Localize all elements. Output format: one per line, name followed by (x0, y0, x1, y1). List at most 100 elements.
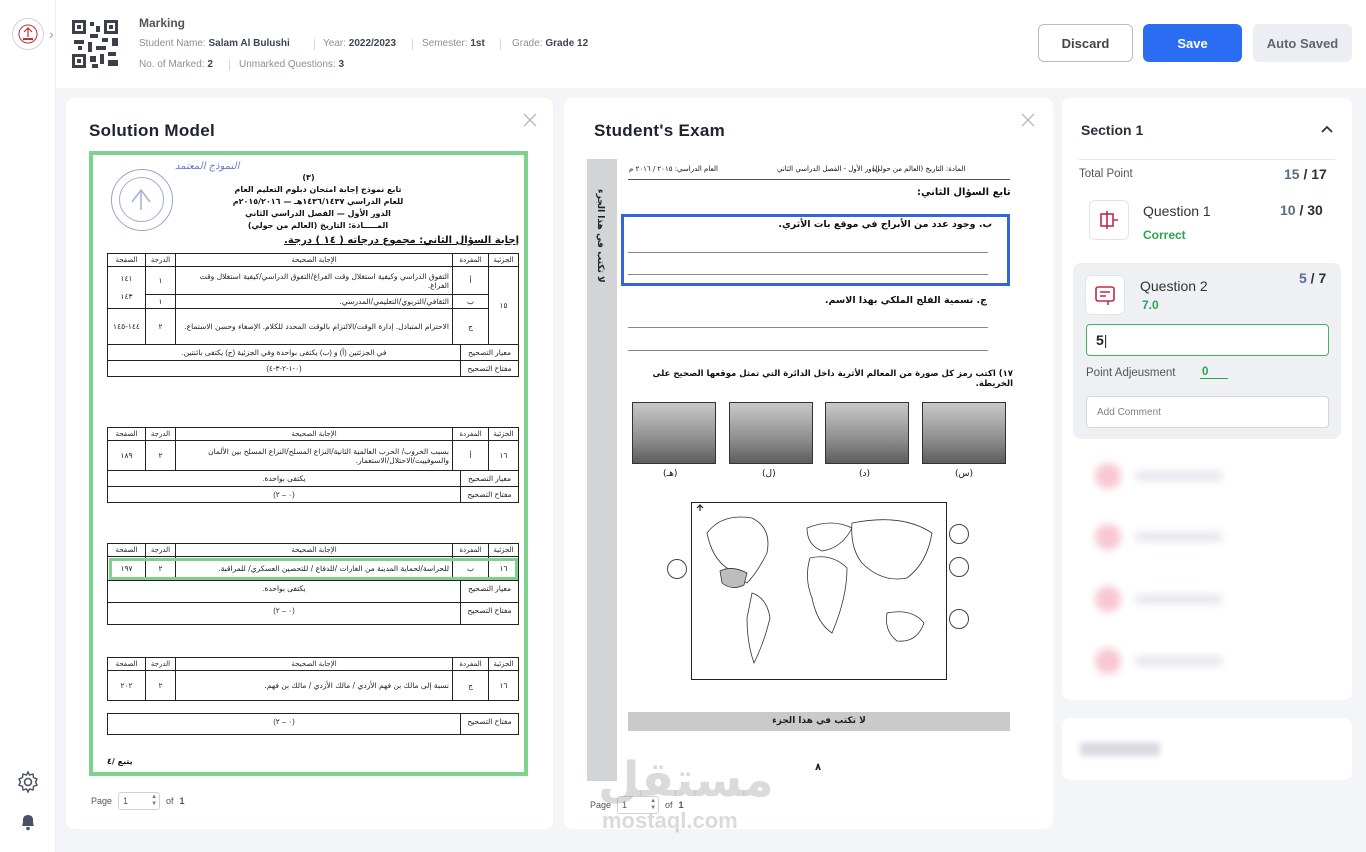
question-2-value: 7.0 (1142, 298, 1159, 312)
solution-pager: Page 1 ▲ ▼ of 1 (91, 792, 185, 810)
auto-saved-button[interactable]: Auto Saved (1253, 24, 1352, 62)
grade-meta: Grade: Grade 12 (512, 38, 588, 49)
add-comment-input[interactable]: Add Comment (1086, 396, 1329, 428)
answer-table-2: الجزئية المفردة الإجابة الصحيحة الدرجة الصفح… (107, 427, 519, 503)
exam-year: العام الدراسي: ٢٠١٥ / ٢٠١٦ م (629, 165, 718, 173)
table-cell: ٢ (145, 440, 176, 471)
criteria-row: معيار التصحيح في الجزئتين (أ) و (ب) يكتفى… (107, 345, 519, 361)
table-cell: ١٤٤-١٤٥ (107, 308, 146, 345)
table-cell: ١ (145, 294, 176, 309)
unmarked-meta: Unmarked Questions: 3 (239, 59, 344, 70)
discard-button[interactable]: Discard (1038, 24, 1133, 62)
table-cell: أ (452, 266, 489, 295)
blurred-question-item (1095, 646, 1235, 676)
col-part: الجزئية (488, 253, 519, 267)
marked-label: No. of Marked: (139, 59, 205, 70)
exam-round: الدور الأول - الفصل الدراسي الثاني (777, 165, 880, 173)
landmark-image-1 (632, 402, 716, 464)
table-cell: ب (452, 556, 489, 581)
table-cell: أ (452, 440, 489, 471)
exam-subject: المادة: التاريخ (العالم من حولي) (872, 165, 966, 173)
marked-value: 2 (207, 59, 213, 70)
table-cell: للحراسة/لحماية المدينة من الغارات /للدفا… (175, 556, 453, 581)
do-not-write-bar: لا تكتب في هذا الجزء (628, 712, 1010, 731)
question-2-name[interactable]: Question 2 (1140, 278, 1208, 294)
total-pages: 1 (179, 796, 185, 806)
image-label: (هـ) (663, 469, 678, 479)
close-icon[interactable] (1020, 112, 1036, 128)
chevron-right-icon[interactable]: › (49, 26, 54, 42)
answer-table-3: الجزئية المفردة الإجابة الصحيحة الدرجة الصفح… (107, 543, 519, 625)
answer-highlight-box[interactable] (621, 214, 1010, 286)
left-rail: › (0, 0, 56, 852)
map-circle[interactable] (949, 524, 969, 544)
page-label: Page (91, 796, 113, 806)
close-icon[interactable] (522, 112, 538, 128)
qr-code-icon (72, 20, 118, 68)
gear-icon[interactable] (16, 770, 40, 794)
map-circle[interactable] (949, 557, 969, 577)
solution-model-panel: Solution Model النموذج المعتمد (٣) تابع … (66, 98, 553, 829)
criteria-row: معيار التصحيح يكتفى بواحدة. (107, 581, 519, 603)
table-cell: ٢ (145, 670, 176, 701)
page-title: Marking (139, 16, 186, 30)
point-adjustment-label: Point Adjeusment (1086, 367, 1176, 379)
unmarked-label: Unmarked Questions: (239, 59, 336, 70)
of-label: of (166, 796, 174, 806)
landmark-image-3 (825, 402, 909, 464)
doc-heading-1: تابع نموذج إجابة امتحان دبلوم التعليم ال… (234, 185, 402, 194)
criteria-row: معيار التصحيح يكتفى بواحدة. (107, 471, 519, 487)
exam-page-number: ٨ (815, 762, 822, 773)
answer-table-4: الجزئية المفردة الإجابة الصحيحة الدرجة الصفح… (107, 657, 519, 735)
blurred-question-item (1095, 522, 1235, 552)
student-label: Student Name: (139, 38, 206, 49)
table-cell: ٢٠٢ (107, 670, 146, 701)
continues-note: يتبع /٤ (107, 757, 133, 766)
map-circle[interactable] (949, 609, 969, 629)
chevron-up-icon[interactable] (1320, 122, 1334, 136)
bell-icon[interactable] (18, 812, 38, 832)
solution-document: النموذج المعتمد (٣) تابع نموذج إجابة امت… (89, 151, 528, 776)
table-cell: الاحترام المتبادل. إدارة الوقت/الالتزام … (175, 308, 453, 345)
table-cell: ١٦ (488, 670, 519, 701)
point-adjustment-input[interactable]: 0 (1200, 366, 1228, 379)
continue-question: تابع السؤال الثاني: (917, 187, 1011, 198)
table-cell: نسبة إلى مالك بن فهم الأزدي / مالك الأزد… (175, 670, 453, 701)
key-row: مفتاح التصحيح (٠ – ٢) (107, 713, 519, 735)
table-cell: ٢ (145, 556, 176, 581)
score-input[interactable]: 5| (1086, 324, 1329, 356)
question-1-score: 10 / 30 (1280, 202, 1323, 218)
solution-title: Solution Model (89, 121, 216, 140)
key-row: مفتاح التصحيح (٠ – ٢) (107, 603, 519, 625)
semester-label: Semester: (422, 38, 468, 49)
question-1-status: Correct (1143, 228, 1186, 242)
question-c: ج. تسمية الفلج الملكي بهذا الاسم. (824, 295, 987, 306)
question-1-name[interactable]: Question 1 (1143, 203, 1211, 219)
blurred-question-item (1095, 584, 1235, 614)
table-cell: ١ (145, 266, 176, 295)
logo-icon[interactable] (12, 18, 44, 50)
map-circle[interactable] (667, 559, 687, 579)
margin-strip: لا تكتب في هذا الجزء (587, 159, 617, 781)
grade-value: Grade 12 (545, 38, 589, 49)
blurred-section (1062, 718, 1352, 780)
watermark-url: mostaql.com (602, 808, 738, 833)
col-grade: الدرجة (145, 253, 176, 267)
student-exam-panel: Student's Exam لا تكتب في هذا الجزء الما… (564, 98, 1053, 829)
col-answer: الإجابة الصحيحة (175, 253, 453, 267)
total-point-score: 15 / 17 (1284, 166, 1327, 182)
question-2-icon[interactable] (1085, 275, 1125, 315)
table-cell: ٢ (145, 308, 176, 345)
exam-document: لا تكتب في هذا الجزء المادة: التاريخ (ال… (587, 159, 1013, 781)
page-number-input[interactable]: 1 ▲ ▼ (118, 792, 161, 810)
doc-heading-3: الدور الأول — الفصل الدراسي الثاني (245, 209, 391, 218)
marked-meta: No. of Marked: 2 (139, 59, 213, 70)
year-label: Year: (323, 38, 346, 49)
table-cell: ب (452, 294, 489, 309)
question-1-icon[interactable] (1089, 200, 1129, 240)
world-map (691, 502, 947, 680)
save-button[interactable]: Save (1143, 24, 1242, 62)
blurred-question-item (1095, 461, 1235, 491)
table-cell: ج (452, 670, 489, 701)
question-2-card[interactable]: Question 2 7.0 5 / 7 5| Point Adjeusment… (1073, 263, 1341, 439)
